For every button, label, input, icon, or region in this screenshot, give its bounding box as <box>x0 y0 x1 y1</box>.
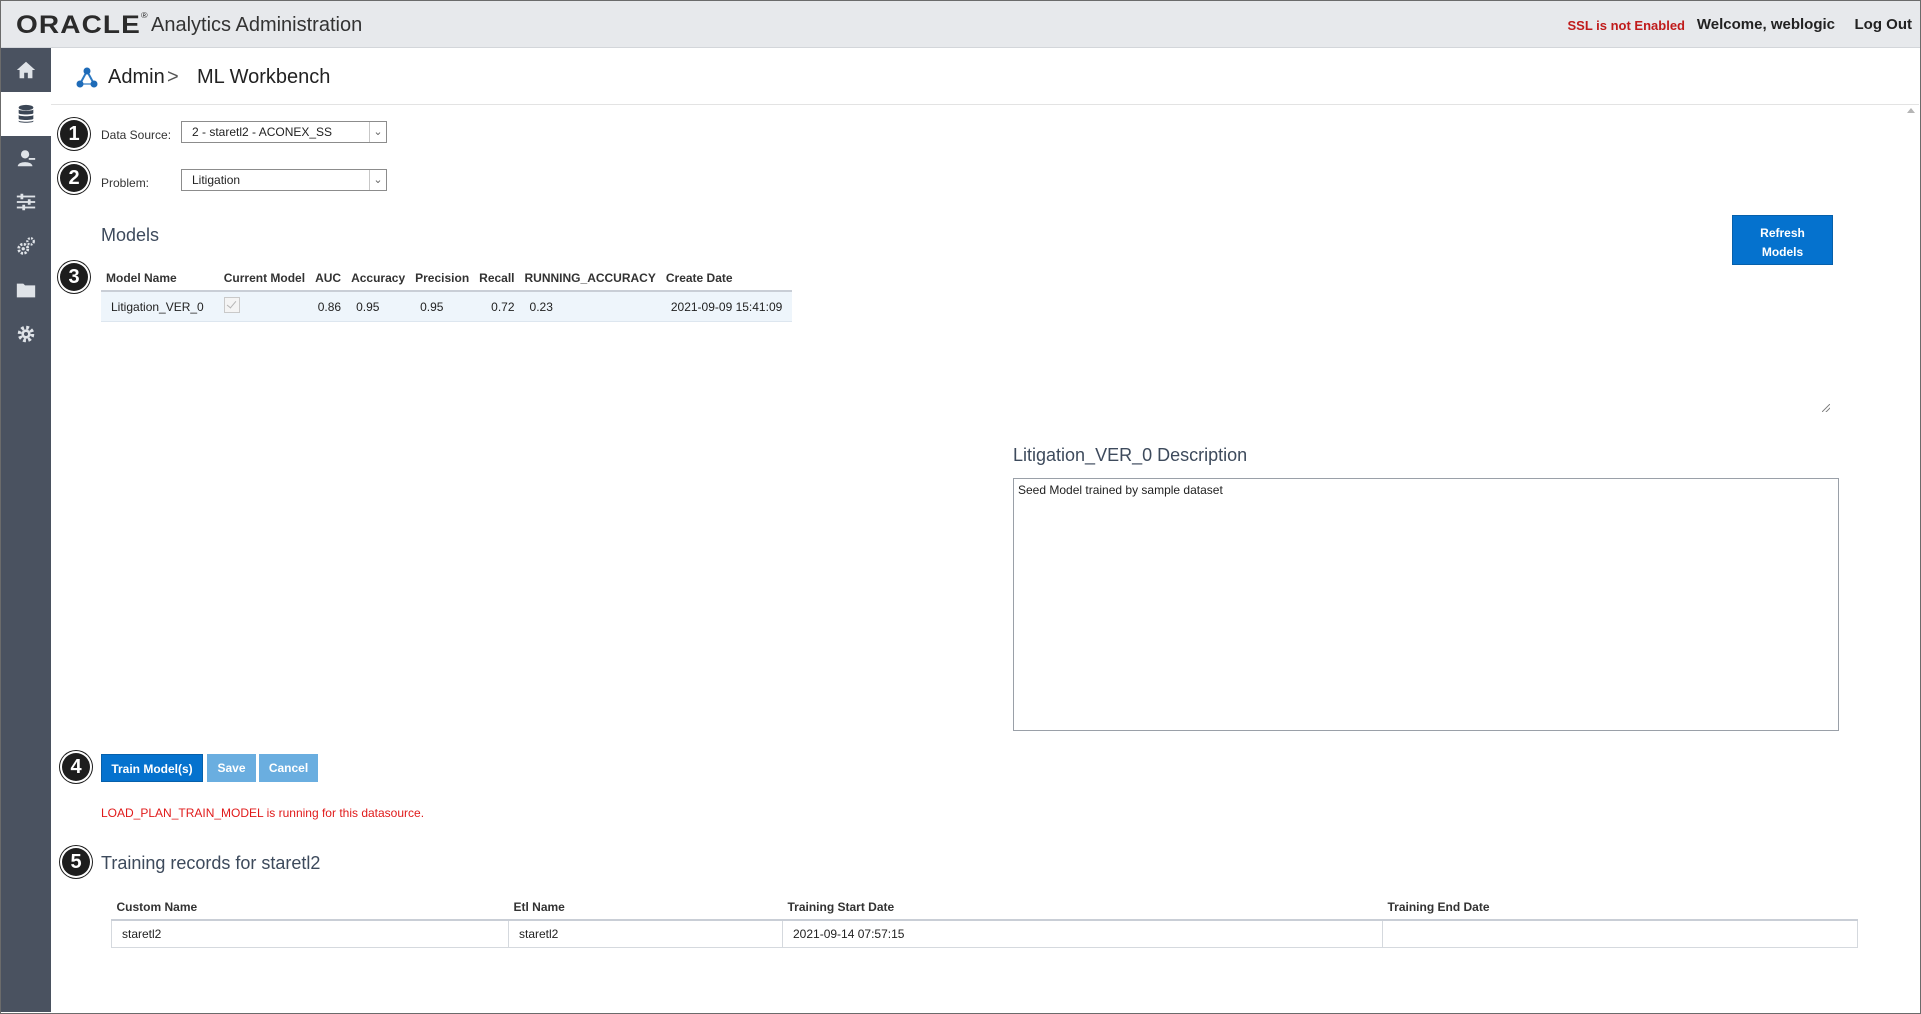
precision-cell: 0.95 <box>410 291 475 322</box>
app-title: Analytics Administration <box>151 14 363 36</box>
column-header[interactable]: Precision <box>410 266 475 292</box>
sidebar-item-files[interactable] <box>1 268 51 312</box>
current-model-cell <box>218 291 311 322</box>
description-text: Seed Model trained by sample dataset <box>1018 483 1223 497</box>
column-header[interactable]: RUNNING_ACCURACY <box>519 266 661 292</box>
oracle-logo: ORACLE® <box>16 11 149 39</box>
table-row[interactable]: staretl2 staretl2 2021-09-14 07:57:15 <box>111 919 1858 948</box>
scroll-up-arrow[interactable] <box>1907 108 1915 113</box>
column-header[interactable]: Etl Name <box>508 895 783 921</box>
description-title: Litigation_VER_0 Description <box>1013 445 1248 465</box>
models-table-header: Model Name Current Model AUC Accuracy Pr… <box>101 266 793 292</box>
description-textarea[interactable]: Seed Model trained by sample dataset <box>1013 478 1839 731</box>
problem-label: Problem: <box>101 176 150 190</box>
running-accuracy-cell: 0.23 <box>519 291 661 322</box>
breadcrumb-separator: > <box>167 66 179 88</box>
column-header[interactable]: Accuracy <box>346 266 411 292</box>
refresh-models-button[interactable]: Refresh Models <box>1732 215 1833 265</box>
data-source-select[interactable]: 2 - staretl2 - ACONEX_SS ⌄ <box>181 121 387 143</box>
table-row[interactable]: Litigation_VER_0 0.86 0.95 0.95 0.72 0.2… <box>101 291 793 322</box>
models-table: Model Name Current Model AUC Accuracy Pr… <box>101 266 793 322</box>
breadcrumb: Admin > ML Workbench <box>51 48 1919 105</box>
data-source-value: 2 - staretl2 - ACONEX_SS <box>192 125 333 139</box>
refresh-label-line2: Models <box>1761 245 1804 259</box>
resize-handle[interactable] <box>1822 404 1830 412</box>
cancel-button[interactable]: Cancel <box>259 754 318 782</box>
database-icon <box>18 104 34 123</box>
step-badge-4: 4 <box>62 753 90 781</box>
models-title: Models <box>101 225 160 245</box>
breadcrumb-admin[interactable]: Admin <box>108 66 165 89</box>
training-table-header: Custom Name Etl Name Training Start Date… <box>111 895 1858 921</box>
step-badge-3: 3 <box>60 263 88 291</box>
sidebar <box>1 48 51 1012</box>
column-header[interactable]: Recall <box>474 266 520 292</box>
step-badge-1: 1 <box>60 120 88 148</box>
save-button[interactable]: Save <box>207 754 256 782</box>
top-header: ORACLE® Analytics Administration SSL is … <box>1 1 1920 48</box>
ml-network-icon <box>76 67 98 88</box>
sidebar-item-users[interactable] <box>1 136 51 180</box>
sidebar-item-settings-sliders[interactable] <box>1 180 51 224</box>
training-start-cell: 2021-09-14 07:57:15 <box>782 919 1383 948</box>
chevron-down-icon: ⌄ <box>369 122 386 142</box>
training-end-cell <box>1382 919 1858 948</box>
column-header[interactable]: Model Name <box>101 266 219 292</box>
problem-select[interactable]: Litigation ⌄ <box>181 169 387 191</box>
home-icon <box>16 61 36 79</box>
column-header[interactable]: AUC <box>310 266 347 292</box>
current-model-checkbox[interactable] <box>223 297 240 313</box>
sidebar-item-system-settings[interactable] <box>1 312 51 356</box>
folder-icon <box>16 283 36 298</box>
gear-icon <box>17 325 35 343</box>
problem-value: Litigation <box>192 173 241 187</box>
column-header[interactable]: Create Date <box>660 266 793 292</box>
column-header[interactable]: Custom Name <box>111 895 509 921</box>
accuracy-cell: 0.95 <box>346 291 411 322</box>
column-header[interactable]: Current Model <box>218 266 311 292</box>
column-header[interactable]: Training Start Date <box>782 895 1383 921</box>
logout-link[interactable]: Log Out <box>1855 16 1912 33</box>
auc-cell: 0.86 <box>310 291 347 322</box>
training-records-title: Training records for staretl2 <box>101 853 321 873</box>
data-source-label: Data Source: <box>101 128 172 142</box>
refresh-label-line1: Refresh <box>1760 226 1805 240</box>
page-title: ML Workbench <box>197 66 331 88</box>
etl-name-cell: staretl2 <box>508 919 783 948</box>
training-records-table: Custom Name Etl Name Training Start Date… <box>111 895 1858 948</box>
step-badge-5: 5 <box>62 848 90 876</box>
column-header[interactable]: Training End Date <box>1382 895 1858 921</box>
model-name-cell: Litigation_VER_0 <box>101 291 219 322</box>
welcome-user: Welcome, weblogic <box>1696 16 1835 33</box>
sidebar-item-datasources[interactable] <box>1 92 51 136</box>
sliders-icon <box>16 193 36 211</box>
sidebar-item-home[interactable] <box>1 48 51 92</box>
chevron-down-icon: ⌄ <box>369 170 386 190</box>
create-date-cell: 2021-09-09 15:41:09 <box>660 291 793 322</box>
ssl-status: SSL is not Enabled <box>1567 18 1685 33</box>
user-icon <box>17 150 36 167</box>
train-models-button[interactable]: Train Model(s) <box>101 754 203 782</box>
gears-icon <box>17 237 35 255</box>
sidebar-item-configuration[interactable] <box>1 224 51 268</box>
step-badge-2: 2 <box>60 164 88 192</box>
load-plan-warning: LOAD_PLAN_TRAIN_MODEL is running for thi… <box>101 806 425 820</box>
recall-cell: 0.72 <box>474 291 520 322</box>
custom-name-cell: staretl2 <box>111 919 509 948</box>
